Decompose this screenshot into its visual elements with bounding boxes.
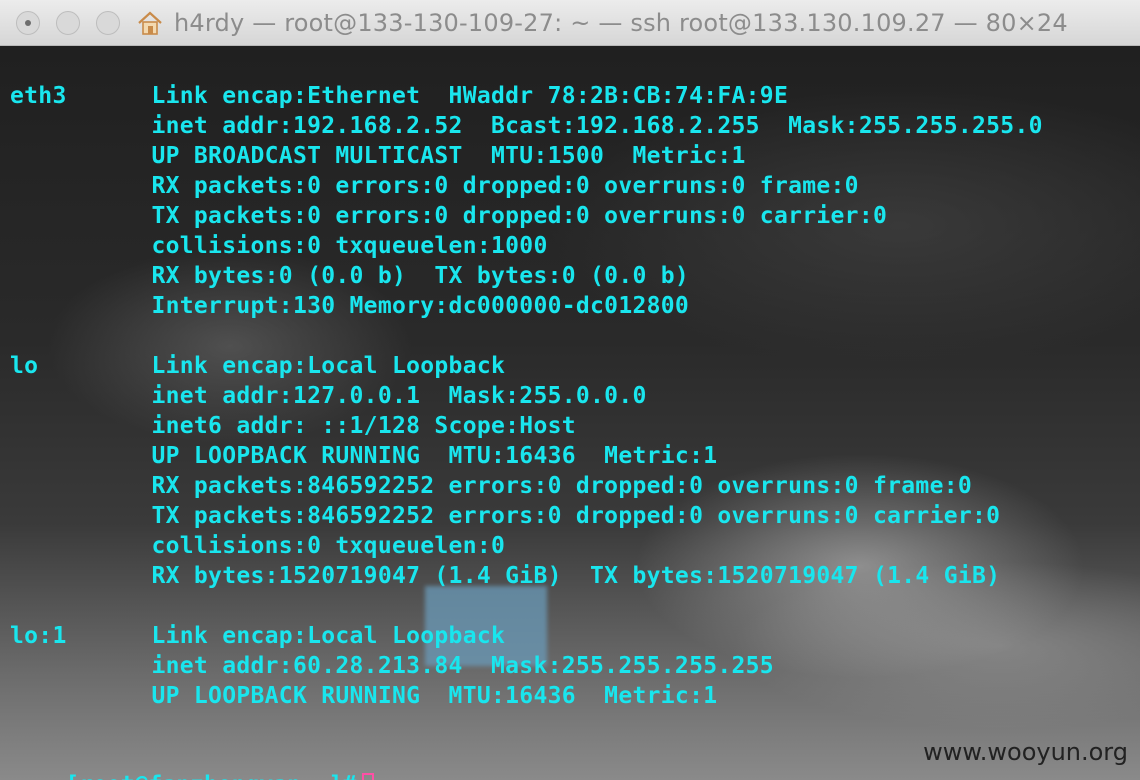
- terminal-line: lo Link encap:Local Loopback: [10, 353, 506, 379]
- terminal-view[interactable]: eth3 Link encap:Ethernet HWaddr 78:2B:CB…: [0, 46, 1140, 780]
- terminal-line: RX packets:846592252 errors:0 dropped:0 …: [10, 473, 973, 499]
- close-button[interactable]: [16, 11, 40, 35]
- terminal-line: inet addr:127.0.0.1 Mask:255.0.0.0: [10, 383, 647, 409]
- terminal-line: UP LOOPBACK RUNNING MTU:16436 Metric:1: [10, 443, 718, 469]
- terminal-line: inet addr:192.168.2.52 Bcast:192.168.2.2…: [10, 113, 1043, 139]
- terminal-line: TX packets:0 errors:0 dropped:0 overruns…: [10, 203, 888, 229]
- terminal-line: collisions:0 txqueuelen:1000: [10, 233, 548, 259]
- terminal-line: RX bytes:0 (0.0 b) TX bytes:0 (0.0 b): [10, 263, 690, 289]
- terminal-line: Interrupt:130 Memory:dc000000-dc012800: [10, 293, 690, 319]
- terminal-line: inet addr:60.28.213.84 Mask:255.255.255.…: [10, 653, 774, 679]
- text-cursor: [362, 772, 375, 780]
- terminal-line: UP LOOPBACK RUNNING MTU:16436 Metric:1: [10, 683, 718, 709]
- shell-prompt: [root@fanzhongyan ~]#: [65, 772, 356, 780]
- terminal-line: lo:1 Link encap:Local Loopback: [10, 623, 506, 649]
- terminal-line: RX bytes:1520719047 (1.4 GiB) TX bytes:1…: [10, 563, 1001, 589]
- shell-prompt-line[interactable]: [root@fanzhongyan ~]#: [10, 740, 375, 780]
- terminal-line: eth3 Link encap:Ethernet HWaddr 78:2B:CB…: [10, 83, 789, 109]
- window-title: h4rdy — root@133-130-109-27: ~ — ssh roo…: [174, 9, 1068, 37]
- terminal-line: inet6 addr: ::1/128 Scope:Host: [10, 413, 576, 439]
- terminal-line: UP BROADCAST MULTICAST MTU:1500 Metric:1: [10, 143, 746, 169]
- home-icon: [138, 11, 162, 35]
- terminal-line: TX packets:846592252 errors:0 dropped:0 …: [10, 503, 1001, 529]
- terminal-output: eth3 Link encap:Ethernet HWaddr 78:2B:CB…: [10, 81, 1043, 711]
- window-titlebar[interactable]: h4rdy — root@133-130-109-27: ~ — ssh roo…: [0, 0, 1140, 46]
- maximize-button[interactable]: [96, 11, 120, 35]
- minimize-button[interactable]: [56, 11, 80, 35]
- window-title-group: h4rdy — root@133-130-109-27: ~ — ssh roo…: [136, 6, 1068, 40]
- watermark: www.wooyun.org: [923, 738, 1128, 766]
- terminal-line: RX packets:0 errors:0 dropped:0 overruns…: [10, 173, 859, 199]
- terminal-line: collisions:0 txqueuelen:0: [10, 533, 506, 559]
